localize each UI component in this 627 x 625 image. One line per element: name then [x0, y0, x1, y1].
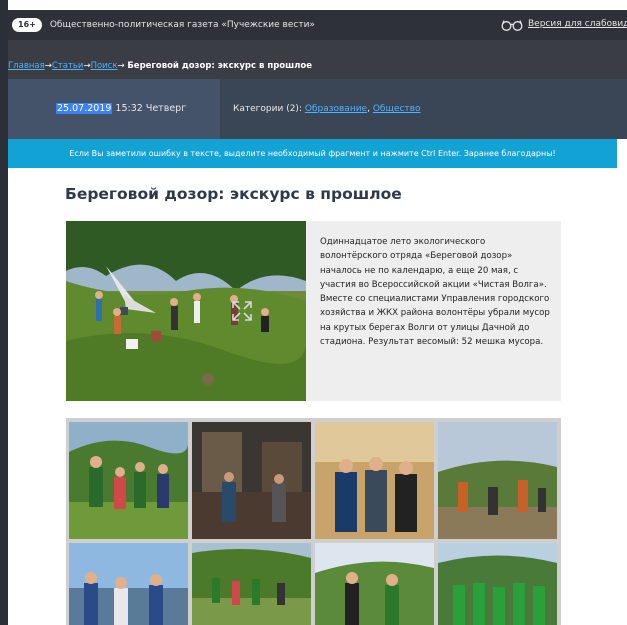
- top-bar: 16+ Общественно-политическая газета «Пуч…: [8, 10, 627, 40]
- expand-icon[interactable]: [231, 300, 253, 322]
- gallery-photo[interactable]: [438, 422, 557, 539]
- gallery-photo[interactable]: [192, 422, 311, 539]
- breadcrumb-separator: →: [83, 61, 91, 71]
- publish-time: 15:32 Четверг: [112, 103, 187, 114]
- article-meta-row: 25.07.2019 15:32 Четверг Категории (2): …: [8, 79, 627, 139]
- date-cell: 25.07.2019 15:32 Четверг: [8, 79, 220, 139]
- gallery-photo[interactable]: [438, 543, 557, 625]
- article-title: Береговой дозор: экскурс в прошлое: [65, 185, 402, 203]
- categories-label: Категории (2):: [233, 104, 305, 114]
- breadcrumb-bar: Главная→Статьи→Поиск→ Береговой дозор: э…: [8, 40, 627, 79]
- publish-datetime: 25.07.2019 15:32 Четверг: [56, 103, 186, 114]
- glasses-icon[interactable]: [501, 19, 523, 31]
- gallery-photo[interactable]: [315, 422, 434, 539]
- lead-photo[interactable]: [66, 221, 306, 401]
- breadcrumb-current: Береговой дозор: экскурс в прошлое: [127, 61, 312, 71]
- article: Береговой дозор: экскурс в прошлое Одинн…: [8, 168, 617, 625]
- accessible-version-link[interactable]: Версия для слабовидя: [528, 19, 627, 29]
- gallery-photo[interactable]: [192, 543, 311, 625]
- lead-text: Одиннадцатое лето экологического волонтё…: [320, 237, 550, 348]
- page: 16+ Общественно-политическая газета «Пуч…: [0, 0, 627, 625]
- breadcrumb: Главная→Статьи→Поиск→ Береговой дозор: э…: [8, 61, 312, 71]
- gallery-photo[interactable]: [69, 422, 188, 539]
- publish-date: 25.07.2019: [56, 103, 113, 114]
- age-rating-badge: 16+: [12, 18, 42, 32]
- photo-gallery: [66, 418, 561, 625]
- gallery-photo[interactable]: [69, 543, 188, 625]
- gallery-photo[interactable]: [315, 543, 434, 625]
- breadcrumb-separator: →: [44, 61, 52, 71]
- error-report-notice: Если Вы заметили ошибку в тексте, выдели…: [8, 139, 617, 168]
- categories: Категории (2): Образование, Общество: [233, 104, 420, 114]
- window-edge: [0, 0, 8, 625]
- category-link-education[interactable]: Образование: [305, 104, 367, 114]
- breadcrumb-articles[interactable]: Статьи: [52, 61, 84, 71]
- breadcrumb-home[interactable]: Главная: [8, 61, 45, 71]
- breadcrumb-search[interactable]: Поиск: [91, 61, 118, 71]
- lead-block: Одиннадцатое лето экологического волонтё…: [66, 221, 561, 401]
- breadcrumb-separator: →: [117, 61, 125, 71]
- category-link-society[interactable]: Общество: [373, 104, 421, 114]
- site-title: Общественно-политическая газета «Пучежск…: [49, 20, 315, 30]
